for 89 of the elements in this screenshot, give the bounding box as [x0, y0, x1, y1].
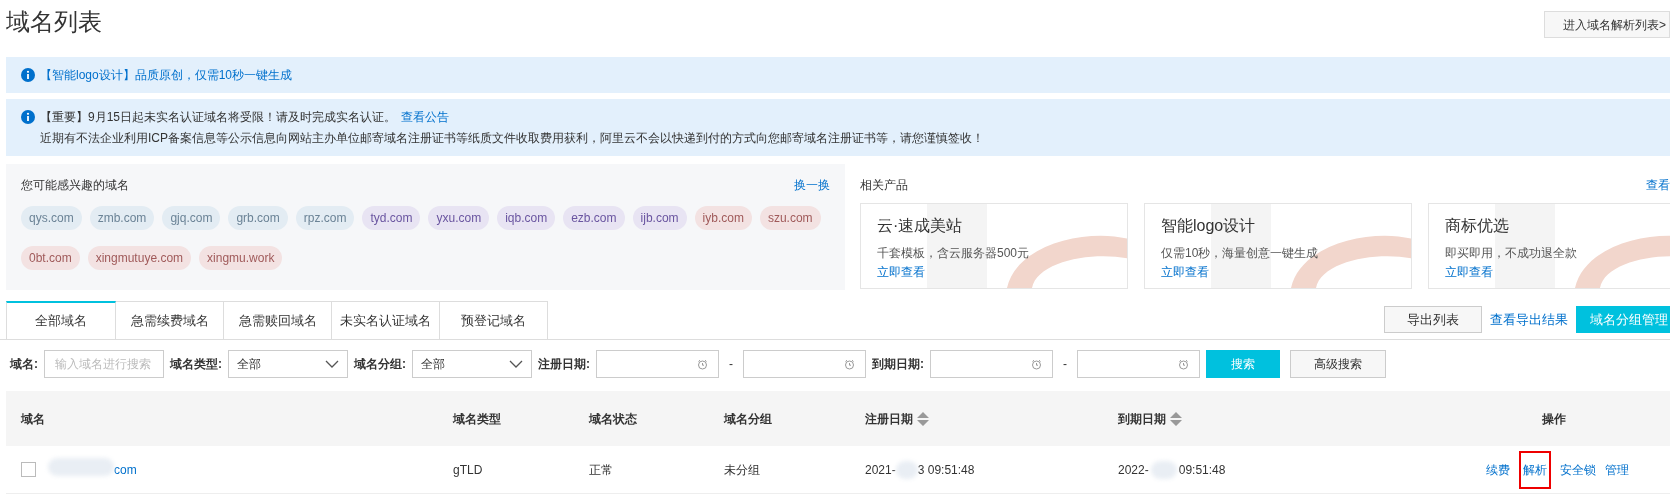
- clock-icon: [1178, 358, 1189, 370]
- product-card[interactable]: 商标优选 即买即用，不成功退全款 立即查看: [1428, 203, 1670, 289]
- table-cell-text: 2022-: [1118, 461, 1149, 479]
- product-description: 仅需10秒，海量创意一键生成: [1161, 245, 1320, 262]
- tab[interactable]: 急需续费域名: [116, 301, 224, 339]
- date-separator: -: [728, 356, 734, 373]
- tab[interactable]: 未实名认证域名: [332, 301, 440, 339]
- panel-title: 相关产品: [860, 177, 908, 194]
- filter-label: 到期日期:: [872, 356, 924, 373]
- product-card[interactable]: 云·速成美站 千套模板，含云服务器500元 立即查看: [860, 203, 1128, 289]
- column-header: 域名类型: [453, 410, 501, 428]
- domain-tag[interactable]: ezb.com: [563, 206, 625, 230]
- tab[interactable]: 急需赎回域名: [224, 301, 332, 339]
- view-now-link[interactable]: 立即查看: [1161, 265, 1209, 279]
- filter-label: 域名类型:: [170, 356, 222, 373]
- advanced-search-button[interactable]: 高级搜索: [1290, 350, 1386, 378]
- row-action-link[interactable]: 安全锁: [1560, 460, 1596, 479]
- domain-tag[interactable]: ijb.com: [632, 206, 687, 230]
- domain-tag[interactable]: szu.com: [759, 206, 821, 230]
- column-header: 到期日期: [1118, 410, 1166, 428]
- column-header: 操作: [1542, 410, 1566, 428]
- view-now-link[interactable]: 立即查看: [1445, 265, 1493, 279]
- tab[interactable]: 预登记域名: [440, 301, 548, 339]
- filter-label: 注册日期:: [538, 356, 590, 373]
- domain-tag[interactable]: tyd.com: [362, 206, 421, 230]
- domain-tag[interactable]: rpz.com: [295, 206, 355, 230]
- table-cell-text: gTLD: [453, 461, 484, 479]
- sort-icon[interactable]: [1170, 411, 1182, 426]
- row-checkbox[interactable]: [21, 462, 36, 477]
- more-link[interactable]: 查看: [1646, 176, 1670, 194]
- table-cell-text: 正常: [589, 461, 614, 479]
- notice-text: 【重要】9月15日起未实名认证域名将受限！请及时完成实名认证。: [40, 109, 397, 126]
- column-header: 域名分组: [724, 410, 772, 428]
- product-name: 智能logo设计: [1161, 216, 1257, 236]
- domain-tag[interactable]: qys.com: [21, 206, 82, 230]
- notice-link[interactable]: 【智能logo设计】品质原创，仅需10秒一键生成: [40, 66, 293, 84]
- sort-icon[interactable]: [917, 411, 929, 426]
- caret-icon: [325, 360, 339, 368]
- date-field[interactable]: [596, 350, 719, 378]
- product-name: 云·速成美站: [877, 216, 964, 236]
- clock-icon: [844, 358, 855, 370]
- domain-tag[interactable]: xingmu.work: [199, 246, 283, 270]
- filter-label: 域名:: [10, 356, 38, 373]
- view-export-results-link[interactable]: 查看导出结果: [1490, 309, 1568, 330]
- table-cell-text: 09:51:48: [1178, 461, 1226, 479]
- date-separator: -: [1062, 356, 1068, 373]
- view-now-link[interactable]: 立即查看: [877, 265, 925, 279]
- product-name: 商标优选: [1445, 216, 1510, 236]
- column-header: 域名: [21, 410, 45, 428]
- domain-tag[interactable]: grb.com: [228, 206, 288, 230]
- date-field[interactable]: [743, 350, 866, 378]
- domain-link[interactable]: com: [114, 460, 137, 479]
- column-header: 域名状态: [589, 410, 637, 428]
- table-cell-text: 未分组: [724, 461, 761, 479]
- caret-icon: [509, 360, 523, 368]
- row-action-link[interactable]: 续费: [1486, 460, 1510, 479]
- group-select[interactable]: 全部: [412, 350, 532, 378]
- domain-search-field[interactable]: 输入域名进行搜索: [44, 350, 164, 378]
- table-cell-text: 2021-: [865, 461, 896, 479]
- date-field[interactable]: [930, 350, 1053, 378]
- clock-icon: [1031, 358, 1042, 370]
- type-select[interactable]: 全部: [228, 350, 348, 378]
- clock-icon: [697, 358, 708, 370]
- domain-tag[interactable]: iyb.com: [694, 206, 752, 230]
- date-field[interactable]: [1077, 350, 1200, 378]
- domain-tag[interactable]: yxu.com: [428, 206, 490, 230]
- product-description: 千套模板，含云服务器500元: [877, 245, 1031, 262]
- domain-tag[interactable]: 0bt.com: [21, 246, 80, 270]
- column-header: 注册日期: [865, 410, 913, 428]
- export-list-button[interactable]: 导出列表: [1384, 306, 1482, 333]
- info-icon: [21, 110, 35, 124]
- tab[interactable]: 全部域名: [6, 301, 116, 339]
- refresh-link[interactable]: 换一换: [794, 176, 830, 194]
- row-action-link[interactable]: 解析: [1519, 450, 1551, 489]
- table-cell-text: 3 09:51:48: [917, 461, 975, 479]
- domain-tag[interactable]: gjq.com: [162, 206, 221, 230]
- product-description: 即买即用，不成功退全款: [1445, 245, 1578, 262]
- domain-tag[interactable]: iqb.com: [497, 206, 556, 230]
- product-card[interactable]: 智能logo设计 仅需10秒，海量创意一键生成 立即查看: [1144, 203, 1412, 289]
- info-icon: [21, 68, 35, 82]
- domain-resolution-list-button[interactable]: 进入域名解析列表>: [1544, 11, 1670, 38]
- notice-link[interactable]: 查看公告: [401, 108, 450, 126]
- domain-tag[interactable]: xingmutuye.com: [87, 246, 192, 270]
- page-title: 域名列表: [6, 7, 102, 37]
- domain-tag[interactable]: zmb.com: [89, 206, 155, 230]
- notice-detail: 近期有不法企业利用ICP备案信息等公示信息向网站主办单位邮寄域名注册证书等纸质文件收取费用获利，阿里云不会以快递到付的方式向您邮寄域名注册证书等，请您谨慎签收！: [39, 130, 985, 147]
- panel-title: 您可能感兴趣的域名: [21, 177, 129, 194]
- filter-label: 域名分组:: [354, 356, 406, 373]
- row-action-link[interactable]: 管理: [1605, 460, 1629, 479]
